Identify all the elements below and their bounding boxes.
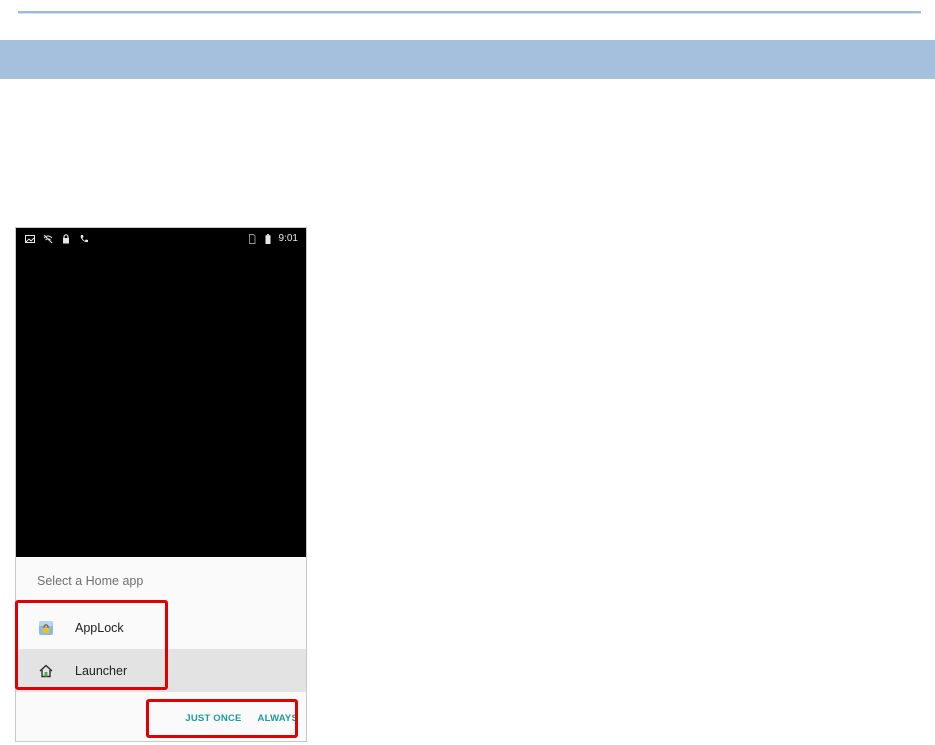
header-rule bbox=[18, 11, 921, 14]
highlight-box-options bbox=[15, 600, 168, 690]
status-left-icons bbox=[25, 234, 89, 244]
battery-icon bbox=[265, 234, 271, 244]
status-right-icons: 9:01 bbox=[247, 234, 298, 244]
sim-icon bbox=[248, 234, 255, 244]
phone-icon bbox=[80, 235, 88, 243]
highlight-box-actions bbox=[146, 699, 298, 738]
image-icon bbox=[25, 235, 35, 243]
lock-icon bbox=[63, 234, 69, 244]
status-bar: 9:01 bbox=[16, 228, 306, 252]
wifi-off-icon bbox=[43, 234, 53, 244]
status-time: 9:01 bbox=[278, 233, 298, 244]
section-heading-band bbox=[0, 40, 935, 79]
dialog-title: Select a Home app bbox=[37, 574, 144, 588]
